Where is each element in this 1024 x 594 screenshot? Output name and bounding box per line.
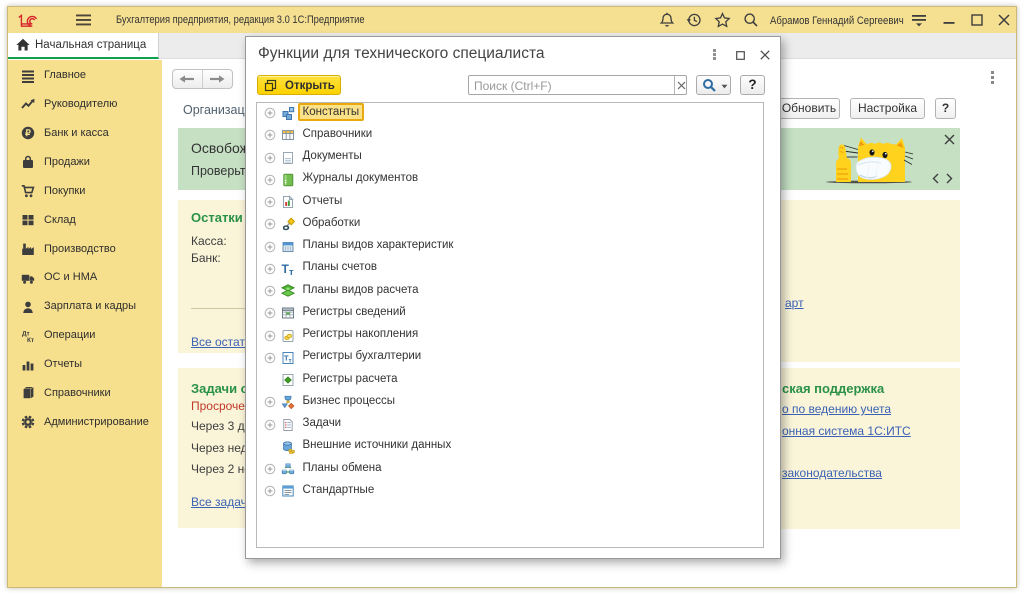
svg-text:т: т [289, 267, 294, 276]
svg-text:Кт: Кт [27, 337, 34, 343]
svg-text:т: т [288, 358, 291, 364]
svg-text:₽: ₽ [25, 128, 31, 138]
